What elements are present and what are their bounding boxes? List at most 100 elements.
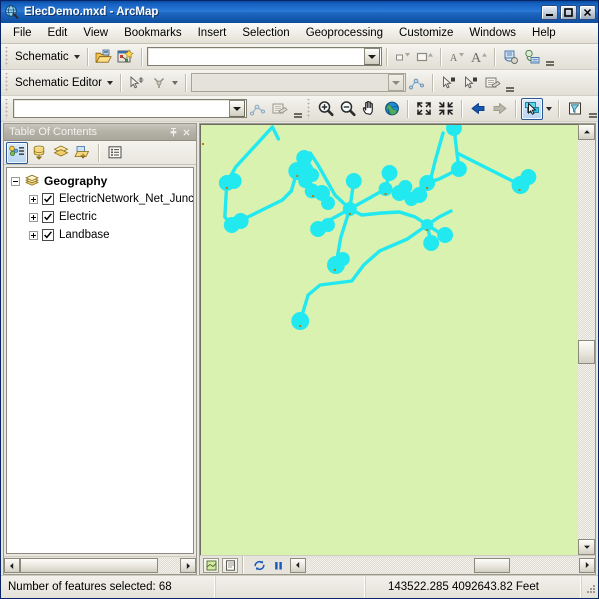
network-attributes-icon[interactable] — [269, 98, 291, 120]
chevron-down-icon[interactable] — [170, 72, 181, 94]
fixed-zoom-out-icon[interactable] — [435, 98, 457, 120]
scroll-left-icon[interactable] — [4, 558, 20, 573]
chevron-down-icon[interactable] — [387, 74, 404, 91]
toolbar-overflow-button[interactable] — [587, 97, 598, 121]
toc-options-icon[interactable] — [104, 142, 126, 164]
schematic-small-text-icon[interactable]: A — [446, 46, 468, 68]
toc-layer-electricnetwork-net-junc[interactable]: ElectricNetwork_Net_Junc — [11, 190, 193, 208]
minimize-button[interactable] — [541, 4, 558, 20]
pause-drawing-icon[interactable] — [270, 558, 286, 573]
select-features-dropdown-icon[interactable] — [543, 98, 554, 120]
toolbar-grip[interactable] — [4, 98, 11, 119]
go-back-extent-icon[interactable] — [467, 98, 489, 120]
schematic-select-link-icon[interactable] — [460, 72, 482, 94]
menu-selection[interactable]: Selection — [234, 25, 297, 41]
data-view-icon[interactable] — [203, 557, 219, 573]
schematic-attributes-icon[interactable] — [482, 72, 504, 94]
list-by-drawing-order-icon[interactable] — [6, 141, 28, 164]
expand-toggle-icon[interactable] — [29, 212, 38, 222]
schematic-select-node-icon[interactable] — [438, 72, 460, 94]
scroll-thumb[interactable] — [578, 340, 595, 364]
toc-layer-landbase[interactable]: Landbase — [11, 226, 193, 244]
menu-file[interactable]: File — [5, 25, 40, 41]
schematic-move-pointer-icon[interactable] — [126, 72, 148, 94]
toc-tree[interactable]: Geography ElectricNetwork_Net_Junc Elect… — [6, 167, 194, 554]
toolbar-overflow-button[interactable] — [505, 71, 516, 95]
menu-bookmarks[interactable]: Bookmarks — [116, 25, 190, 41]
menu-customize[interactable]: Customize — [391, 25, 461, 41]
pin-icon[interactable] — [167, 126, 180, 139]
toolbar-overflow-button[interactable] — [292, 97, 303, 121]
schematic-large-text-icon[interactable]: A — [468, 46, 490, 68]
layer-visibility-checkbox[interactable] — [42, 229, 54, 241]
maximize-button[interactable] — [560, 4, 577, 20]
schematic-editor-combo[interactable] — [190, 73, 406, 92]
toolbar-grip[interactable] — [4, 46, 11, 67]
schematic-editor-menu-button[interactable]: Schematic Editor — [13, 77, 116, 89]
schematic-link-properties-icon[interactable] — [522, 46, 544, 68]
new-schematic-diagram-icon[interactable] — [115, 46, 137, 68]
menu-help[interactable]: Help — [524, 25, 564, 41]
toolbar-separator — [439, 47, 442, 66]
menu-view[interactable]: View — [75, 25, 116, 41]
toolbar-grip[interactable] — [306, 98, 313, 119]
open-schematic-folder-icon[interactable] — [93, 46, 115, 68]
menu-windows[interactable]: Windows — [461, 25, 524, 41]
toolbar-overflow-button[interactable] — [545, 45, 556, 69]
go-forward-extent-icon[interactable] — [489, 98, 511, 120]
collapse-toggle-icon[interactable] — [11, 176, 20, 186]
scroll-right-icon[interactable] — [180, 558, 196, 573]
map-scroll-left-icon[interactable] — [290, 557, 306, 573]
map-horizontal-scroll-track[interactable] — [306, 557, 579, 573]
menu-edit[interactable]: Edit — [40, 25, 76, 41]
toolbar-grip[interactable] — [4, 72, 11, 93]
expand-toggle-icon[interactable] — [29, 194, 38, 204]
layer-visibility-checkbox[interactable] — [42, 193, 54, 205]
fixed-zoom-in-icon[interactable] — [413, 98, 435, 120]
menu-insert[interactable]: Insert — [190, 25, 235, 41]
trace-network-icon[interactable] — [247, 98, 269, 120]
chevron-down-icon[interactable] — [363, 48, 380, 65]
close-icon[interactable] — [180, 126, 193, 139]
map-vertical-scrollbar[interactable] — [578, 124, 595, 555]
toc-horizontal-scrollbar[interactable] — [4, 556, 196, 574]
map-features — [201, 125, 578, 555]
schematic-node-properties-icon[interactable] — [500, 46, 522, 68]
expand-toggle-icon[interactable] — [29, 230, 38, 240]
menu-geoprocessing[interactable]: Geoprocessing — [298, 25, 391, 41]
close-button[interactable] — [579, 4, 596, 20]
pan-hand-icon[interactable] — [359, 98, 381, 120]
chevron-down-icon[interactable] — [229, 100, 245, 117]
schematic-diagram-combo[interactable] — [146, 47, 382, 66]
zoom-out-icon[interactable] — [337, 98, 359, 120]
layout-view-icon[interactable] — [222, 557, 238, 573]
network-analysis-combo[interactable] — [13, 99, 247, 118]
resize-grip-icon[interactable] — [582, 576, 598, 598]
layer-visibility-checkbox[interactable] — [42, 211, 54, 223]
toc-layer-label: Electric — [59, 211, 97, 223]
schematic-branch-tool-icon[interactable] — [148, 72, 170, 94]
toc-group-geography[interactable]: Geography — [11, 172, 193, 190]
list-by-source-icon[interactable] — [28, 142, 50, 164]
map-canvas[interactable] — [200, 124, 578, 555]
toolbar-separator — [493, 47, 496, 66]
zoom-in-icon[interactable] — [315, 98, 337, 120]
scroll-thumb[interactable] — [474, 557, 510, 573]
scroll-track[interactable] — [20, 558, 180, 573]
scroll-down-icon[interactable] — [578, 539, 595, 555]
map-scroll-right-icon[interactable] — [579, 557, 595, 573]
scroll-thumb[interactable] — [20, 558, 158, 573]
list-by-selection-icon[interactable] — [72, 142, 94, 164]
clear-selection-icon[interactable] — [564, 98, 586, 120]
select-features-icon[interactable] — [521, 97, 543, 120]
toc-layer-electric[interactable]: Electric — [11, 208, 193, 226]
schematic-menu-button[interactable]: Schematic — [13, 51, 83, 63]
refresh-view-icon[interactable] — [251, 558, 267, 573]
full-extent-globe-icon[interactable] — [381, 98, 403, 120]
schematic-small-shape-icon[interactable] — [392, 46, 414, 68]
schematic-large-shape-icon[interactable] — [414, 46, 436, 68]
schematic-link-edit-icon[interactable] — [406, 72, 428, 94]
scroll-track[interactable] — [578, 140, 595, 539]
scroll-up-icon[interactable] — [578, 124, 595, 140]
list-by-visibility-icon[interactable] — [50, 142, 72, 164]
